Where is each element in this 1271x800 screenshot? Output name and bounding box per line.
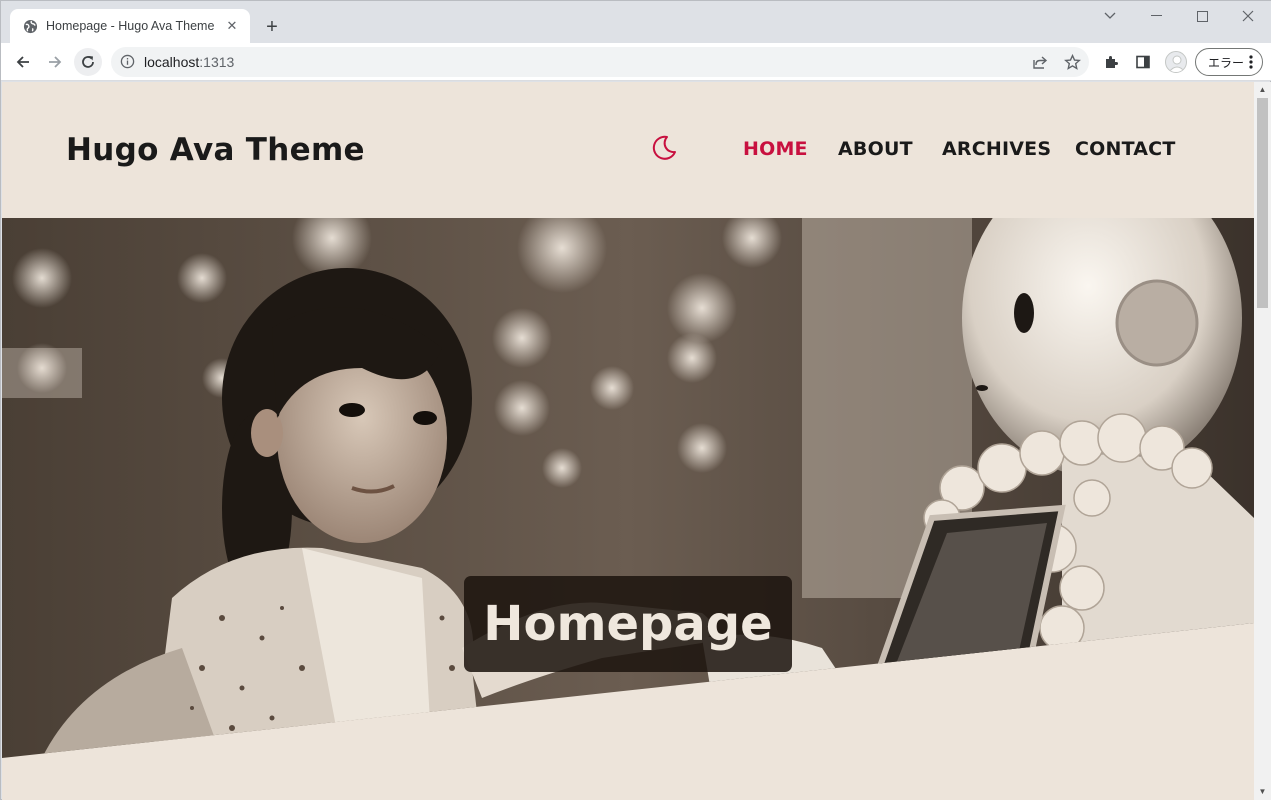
page-scrollbar[interactable]: ▲ ▼: [1254, 82, 1271, 800]
error-button[interactable]: エラー: [1195, 48, 1263, 76]
tab-strip: Homepage - Hugo Ava Theme ✕ +: [1, 1, 1271, 43]
hero-banner: Homepage: [2, 218, 1254, 758]
hero-image: [2, 218, 1254, 758]
nav-about[interactable]: ABOUT: [838, 138, 913, 160]
chevron-down-icon[interactable]: [1087, 1, 1133, 31]
site-title[interactable]: Hugo Ava Theme: [66, 132, 365, 168]
hero-title: Homepage: [464, 576, 792, 672]
plus-icon[interactable]: +: [260, 15, 284, 39]
error-button-label: エラー: [1208, 55, 1245, 70]
page-viewport: Hugo Ava Theme HOME ABOUT ARCHIVES CONTA…: [2, 82, 1254, 800]
minimize-icon[interactable]: [1133, 1, 1179, 31]
sidepanel-icon[interactable]: [1129, 48, 1157, 76]
globe-icon: [22, 18, 38, 34]
share-icon[interactable]: [1031, 53, 1049, 71]
extensions-icon[interactable]: [1097, 48, 1125, 76]
star-icon[interactable]: [1063, 53, 1081, 71]
maximize-icon[interactable]: [1179, 1, 1225, 31]
url-port: :1313: [199, 54, 235, 70]
reload-icon[interactable]: [74, 48, 102, 76]
tab-title: Homepage - Hugo Ava Theme: [46, 19, 215, 33]
nav-home[interactable]: HOME: [743, 138, 808, 160]
scroll-up-arrow[interactable]: ▲: [1258, 85, 1267, 94]
site-header: Hugo Ava Theme HOME ABOUT ARCHIVES CONTA…: [2, 82, 1254, 218]
window-close-icon[interactable]: [1225, 1, 1271, 31]
address-bar[interactable]: localhost:1313: [111, 47, 1089, 77]
url-text: localhost:1313: [144, 54, 234, 70]
url-host: localhost: [144, 54, 200, 70]
close-icon[interactable]: ✕: [224, 18, 240, 34]
tab-homepage[interactable]: Homepage - Hugo Ava Theme ✕: [10, 9, 250, 43]
back-arrow-icon[interactable]: [9, 48, 37, 76]
scrollbar-thumb[interactable]: [1257, 98, 1268, 308]
info-icon[interactable]: [120, 54, 136, 70]
browser-window: Homepage - Hugo Ava Theme ✕ + localhost:…: [0, 0, 1271, 800]
kebab-menu-icon[interactable]: [1249, 55, 1253, 72]
nav-contact[interactable]: CONTACT: [1075, 138, 1176, 160]
browser-toolbar: localhost:1313 エラー: [1, 43, 1271, 81]
scroll-down-arrow[interactable]: ▼: [1258, 787, 1267, 796]
nav-archives[interactable]: ARCHIVES: [942, 138, 1051, 160]
moon-icon[interactable]: [650, 134, 678, 162]
profile-icon[interactable]: [1165, 51, 1187, 73]
forward-arrow-icon[interactable]: [41, 48, 69, 76]
